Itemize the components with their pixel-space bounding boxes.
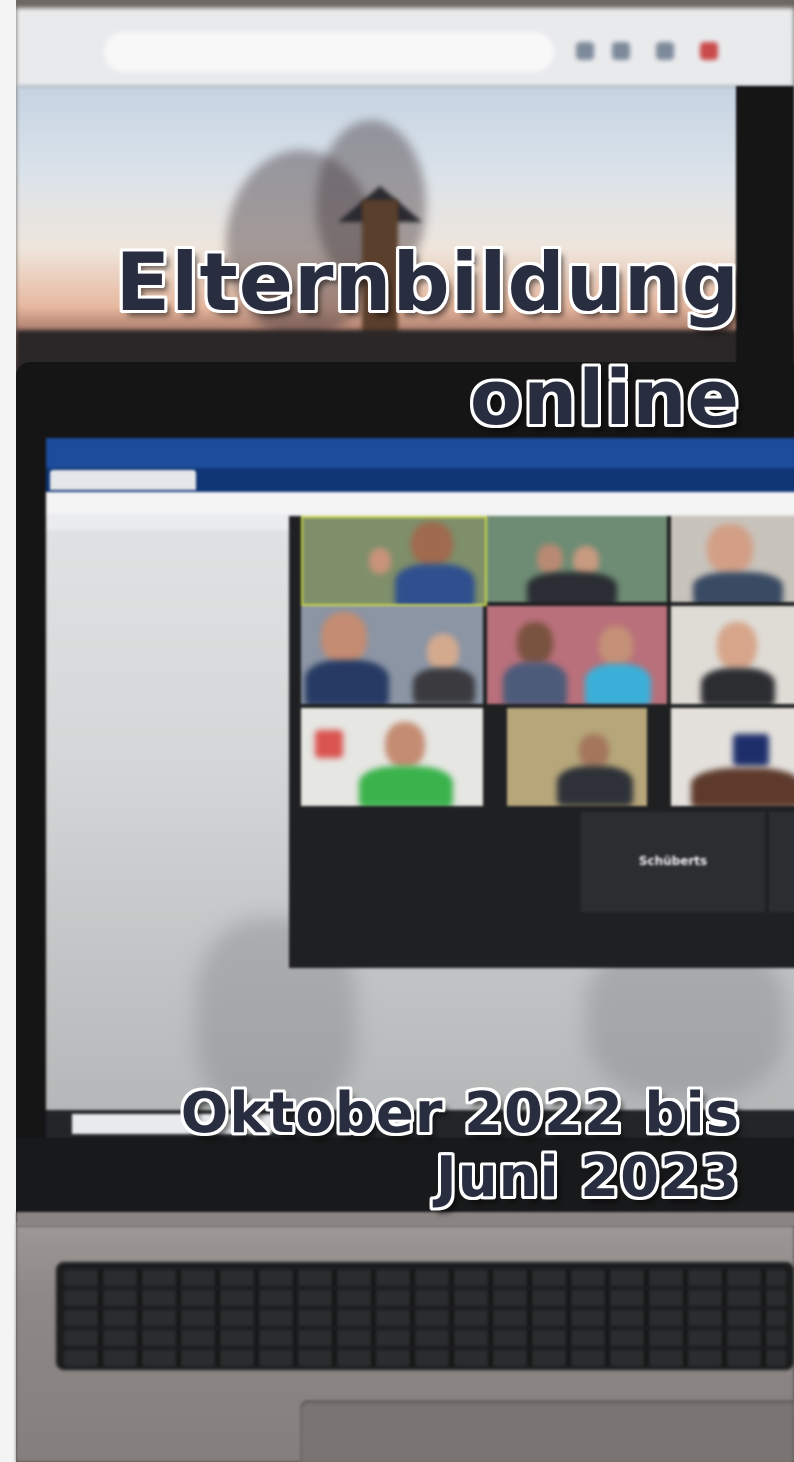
title-line-2: online <box>469 353 740 442</box>
monitor-address-bar <box>104 32 554 72</box>
title-line-1: Elternbildung <box>115 236 740 329</box>
date-range-line-1: Oktober 2022 bis <box>180 1081 740 1146</box>
date-range-line-2: Juni 2023 <box>435 1145 740 1210</box>
video-tile <box>671 606 794 704</box>
participant-name: Schüberts <box>638 854 708 868</box>
video-tile <box>671 516 794 602</box>
monitor-browser-bar <box>16 8 794 88</box>
video-tile <box>301 516 487 606</box>
laptop-screen: Schüberts <box>46 438 794 1138</box>
browser-menubar <box>46 438 794 468</box>
monitor-bezel <box>736 86 794 380</box>
browser-address-bar <box>46 492 794 514</box>
video-tile-camera-off: Schüberts <box>581 812 765 912</box>
laptop-keyboard <box>56 1262 794 1370</box>
video-tile <box>487 606 667 704</box>
browser-tab <box>50 470 196 490</box>
laptop-touchpad <box>300 1400 794 1462</box>
video-tile <box>301 606 483 704</box>
video-tile <box>507 708 647 806</box>
flyer-cover: Schüberts Elternbildung online Oktober 2… <box>0 0 794 1462</box>
video-tile-camera-off <box>769 812 794 912</box>
laptop-hinge <box>16 1212 794 1226</box>
video-tile <box>487 516 667 602</box>
video-call-window: Schüberts <box>289 516 794 968</box>
video-tile <box>671 708 794 806</box>
video-tile <box>301 708 483 806</box>
left-margin-strip <box>0 0 16 1462</box>
